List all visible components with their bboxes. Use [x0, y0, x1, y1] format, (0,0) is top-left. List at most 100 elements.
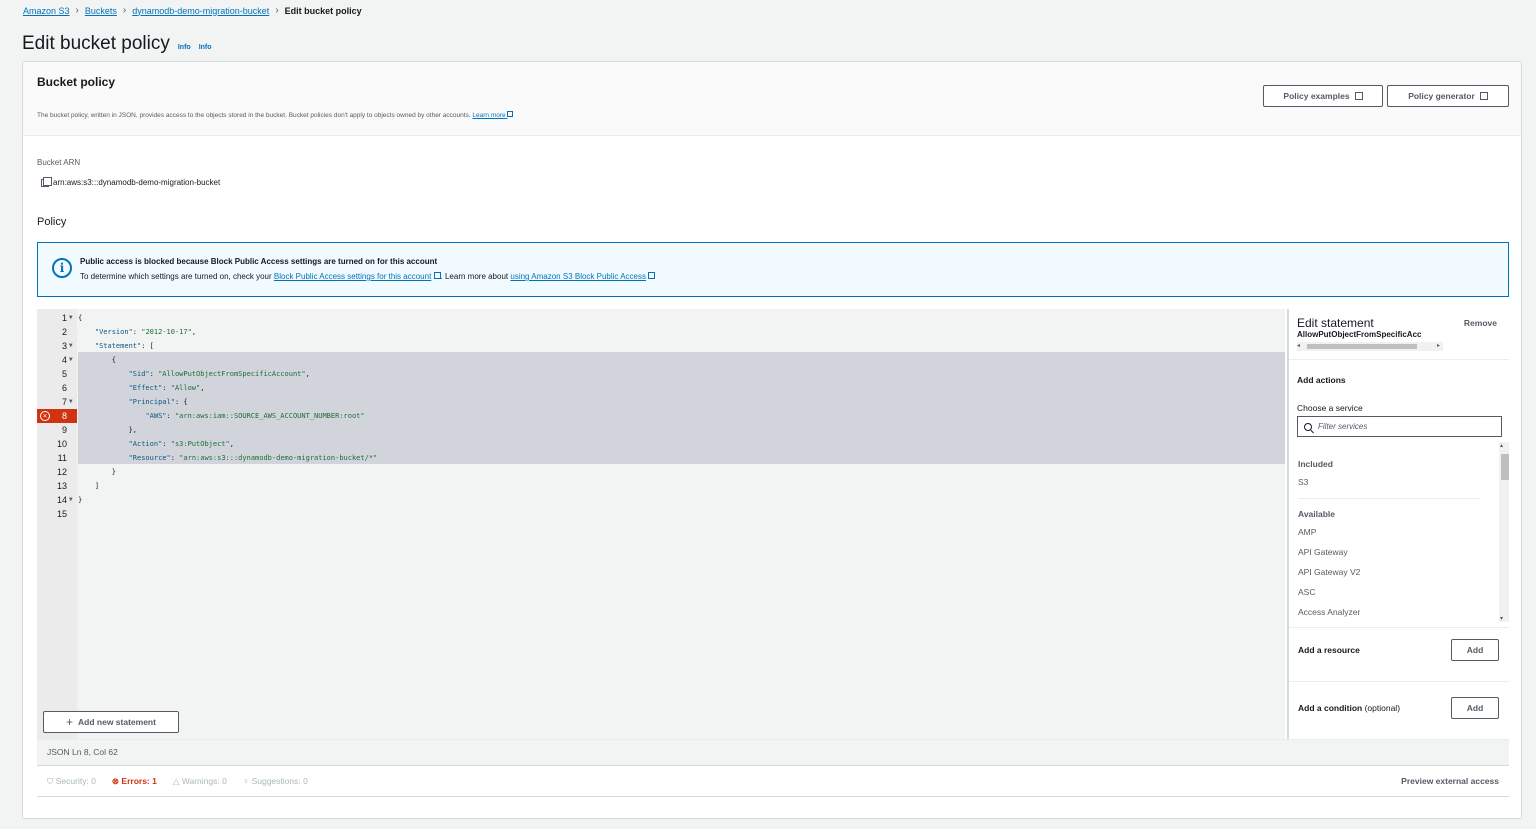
service-item[interactable]: API Gateway [1298, 547, 1348, 557]
add-resource-button[interactable]: Add [1451, 639, 1499, 661]
service-item[interactable]: API Gateway V2 [1298, 567, 1360, 577]
json-punct: , [305, 370, 310, 378]
block-public-access-settings-link[interactable]: Block Public Access settings for this ac… [274, 272, 431, 281]
vertical-scrollbar[interactable]: ▴ ▾ [1499, 442, 1509, 622]
error-circle-icon: ⊗ [111, 775, 120, 786]
breadcrumb-bucket[interactable]: dynamodb-demo-migration-bucket [132, 6, 269, 16]
line-number: 13 [56, 481, 67, 491]
edit-statement-title: Edit statement [1297, 316, 1374, 330]
json-string: "arn:aws:iam::SOURCE_AWS_ACCOUNT_NUMBER:… [174, 412, 365, 420]
divider [1289, 681, 1509, 682]
code-line: 6 "Effect": "Allow", [37, 381, 1285, 395]
add-new-statement-button[interactable]: + Add new statement [43, 711, 179, 733]
line-number: 12 [56, 467, 67, 477]
learn-more-link[interactable]: Learn more [472, 111, 514, 119]
editor-status-bar: JSON Ln 8, Col 62 [37, 739, 1509, 765]
line-number: 14 [56, 495, 67, 505]
bucket-arn-label: Bucket ARN [37, 158, 81, 167]
policy-json-editor[interactable]: 1 ▼{ 2 "Version": "2012-10-17", 3 ▼ "State… [37, 309, 1285, 739]
fold-arrow-icon[interactable]: ▼ [69, 311, 73, 325]
filter-services-input[interactable]: Filter services [1297, 416, 1502, 437]
fold-arrow-icon[interactable]: ▼ [69, 339, 73, 353]
breadcrumb-amazon-s3[interactable]: Amazon S3 [23, 6, 70, 16]
service-item[interactable]: ASC [1298, 587, 1315, 597]
scroll-up-icon[interactable]: ▴ [1500, 442, 1503, 449]
service-item[interactable]: AMP [1298, 527, 1316, 537]
description-text: The bucket policy, written in JSON, prov… [37, 112, 471, 119]
fold-arrow-icon[interactable]: ▼ [69, 395, 73, 409]
json-string: "s3:PutObject" [170, 440, 230, 448]
suggestions-count[interactable]: ♀ Suggestions: 0 [243, 776, 308, 786]
service-item[interactable]: Access Analyzer [1298, 607, 1360, 617]
breadcrumb-current: Edit bucket policy [284, 5, 362, 16]
code-text: { [78, 353, 116, 367]
fold-arrow-icon[interactable]: ▼ [69, 353, 73, 367]
service-item-s3[interactable]: S3 [1298, 477, 1308, 487]
info-circle-icon: i [52, 258, 72, 278]
info-link[interactable]: Info [178, 44, 191, 51]
preview-external-access-button[interactable]: Preview external access [1401, 776, 1499, 786]
code-text: "Sid": "AllowPutObjectFromSpecificAccoun… [78, 367, 310, 381]
statement-id: AllowPutObjectFromSpecificAcc [1297, 330, 1422, 339]
chevron-right-icon: › [75, 5, 79, 16]
security-label: Security: 0 [55, 775, 96, 786]
add-actions-heading: Add actions [1297, 375, 1346, 385]
info-link-2[interactable]: Info [199, 44, 212, 51]
scroll-right-icon[interactable]: ▸ [1437, 342, 1440, 349]
json-punct: : [162, 384, 171, 392]
code-line: 4 ▼ { [37, 353, 1285, 367]
add-resource-label: Add a resource [1298, 645, 1360, 655]
json-key: "Sid" [128, 370, 150, 378]
divider [1289, 359, 1509, 360]
horizontal-scrollbar[interactable]: ◂ ▸ [1297, 342, 1443, 351]
policy-generator-button[interactable]: Policy generator [1387, 85, 1509, 107]
code-text: "Version": "2012-10-17", [78, 325, 196, 339]
policy-examples-button[interactable]: Policy examples [1263, 85, 1383, 107]
code-text: } [78, 496, 83, 504]
json-key: "Resource" [128, 454, 171, 462]
suggestions-label: Suggestions: 0 [251, 776, 308, 786]
edit-statement-panel: Edit statement AllowPutObjectFromSpecifi… [1287, 309, 1509, 739]
json-string: "Allow" [170, 384, 201, 392]
plus-icon: + [66, 715, 74, 729]
scroll-thumb[interactable] [1307, 344, 1417, 349]
remove-statement-button[interactable]: Remove [1464, 318, 1497, 328]
code-line: 10 "Action": "s3:PutObject", [37, 437, 1285, 451]
service-list[interactable]: Included S3 Available AMP API Gateway AP… [1289, 442, 1499, 622]
breadcrumb-buckets[interactable]: Buckets [85, 6, 117, 16]
s3-block-public-access-link[interactable]: using Amazon S3 Block Public Access [510, 272, 646, 281]
external-link-icon [1354, 92, 1363, 100]
json-punct: } [111, 468, 116, 476]
errors-count[interactable]: ⊗ Errors: 1 [112, 776, 157, 787]
warnings-count[interactable]: △ Warnings: 0 [173, 776, 227, 787]
add-condition-button[interactable]: Add [1451, 697, 1499, 719]
add-condition-label: Add a condition (optional) [1298, 703, 1400, 713]
divider [1298, 498, 1480, 499]
copy-icon[interactable] [41, 176, 52, 187]
included-heading: Included [1298, 459, 1333, 469]
security-count[interactable]: ⛉ Security: 0 [47, 776, 96, 787]
breadcrumb: Amazon S3 › Buckets › dynamodb-demo-migr… [23, 5, 362, 16]
code-text: "Action": "s3:PutObject", [78, 437, 234, 451]
fold-arrow-icon[interactable]: ▼ [69, 493, 73, 507]
json-string: "arn:aws:s3:::dynamodb-demo-migration-bu… [179, 454, 378, 462]
alert-title: Public access is blocked because Block P… [80, 257, 438, 266]
line-number: 7 [61, 397, 67, 407]
code-line: 7 ▼ "Principal": { [37, 395, 1285, 409]
json-key: "Principal" [128, 398, 175, 406]
code-line-error: × 8 "AWS": "arn:aws:iam::SOURCE_AWS_ACCOU… [37, 409, 1285, 423]
json-punct: }, [128, 426, 138, 434]
code-line: 13 ] [37, 479, 1285, 493]
code-text: { [78, 314, 83, 322]
policy-label: Policy [37, 216, 67, 228]
scroll-thumb[interactable] [1501, 454, 1509, 480]
code-text: "Statement": [ [78, 339, 154, 353]
info-alert: i Public access is blocked because Block… [37, 242, 1509, 297]
scroll-left-icon[interactable]: ◂ [1297, 342, 1300, 349]
warning-icon: △ [172, 775, 180, 786]
scroll-down-icon[interactable]: ▾ [1500, 615, 1503, 622]
line-number: 5 [61, 369, 67, 379]
policy-examples-label: Policy examples [1283, 91, 1350, 101]
page-title-text: Edit bucket policy [22, 33, 170, 54]
choose-service-label: Choose a service [1297, 403, 1363, 413]
